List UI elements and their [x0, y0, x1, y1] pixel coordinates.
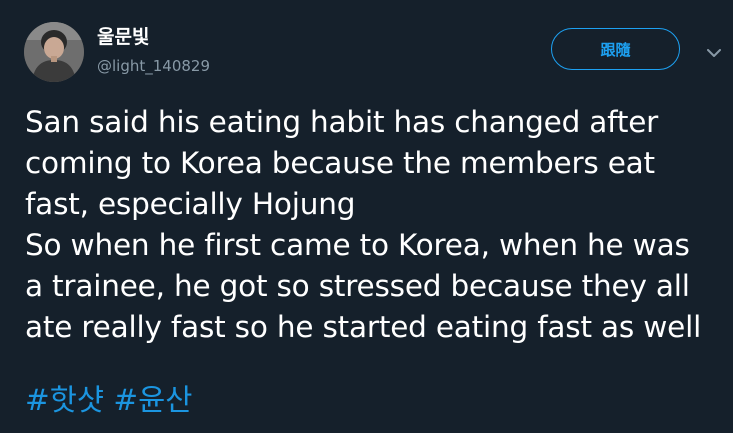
avatar[interactable]: [24, 22, 84, 82]
display-name[interactable]: 울문빛: [97, 24, 149, 50]
avatar-image: [24, 22, 84, 82]
tweet-line: So when he first came to Korea, when he …: [25, 228, 690, 262]
chevron-down-icon[interactable]: [704, 43, 724, 63]
tweet-line: a trainee, he got so stressed because th…: [25, 269, 690, 303]
tweet-line: fast, especially Hojung: [25, 187, 356, 221]
follow-button[interactable]: 跟隨: [551, 28, 680, 70]
hashtag-link[interactable]: #윤산: [113, 383, 192, 417]
user-handle[interactable]: @light_140829: [97, 56, 210, 76]
hashtag-link[interactable]: #핫샷: [25, 383, 104, 417]
tweet-line: San said his eating habit has changed af…: [25, 105, 659, 139]
hashtag-row: #핫샷 #윤산: [25, 380, 192, 421]
tweet-line: ate really fast so he started eating fas…: [25, 310, 702, 344]
tweet-line: coming to Korea because the members eat: [25, 146, 655, 180]
tweet-text: San said his eating habit has changed af…: [25, 102, 725, 348]
